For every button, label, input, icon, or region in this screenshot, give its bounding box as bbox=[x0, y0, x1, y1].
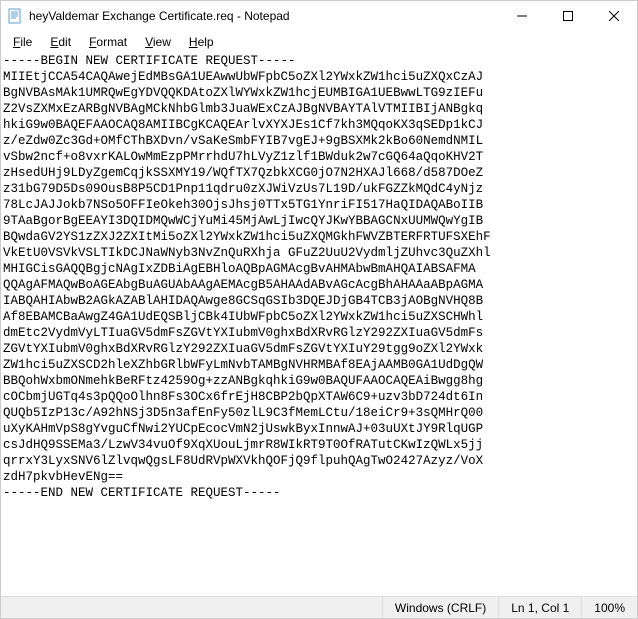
window-controls bbox=[499, 1, 637, 31]
menu-view[interactable]: View bbox=[137, 33, 179, 51]
maximize-button[interactable] bbox=[545, 1, 591, 31]
menubar: File Edit Format View Help bbox=[1, 31, 637, 53]
close-button[interactable] bbox=[591, 1, 637, 31]
status-zoom: 100% bbox=[581, 597, 637, 618]
menu-file[interactable]: File bbox=[5, 33, 40, 51]
statusbar: Windows (CRLF) Ln 1, Col 1 100% bbox=[1, 596, 637, 618]
notepad-icon bbox=[7, 8, 23, 24]
window-title: heyValdemar Exchange Certificate.req - N… bbox=[29, 9, 499, 23]
menu-edit[interactable]: Edit bbox=[42, 33, 79, 51]
text-editor[interactable]: -----BEGIN NEW CERTIFICATE REQUEST----- … bbox=[1, 53, 637, 596]
titlebar: heyValdemar Exchange Certificate.req - N… bbox=[1, 1, 637, 31]
menu-format[interactable]: Format bbox=[81, 33, 135, 51]
minimize-button[interactable] bbox=[499, 1, 545, 31]
status-line-ending: Windows (CRLF) bbox=[382, 597, 498, 618]
menu-help[interactable]: Help bbox=[181, 33, 222, 51]
status-position: Ln 1, Col 1 bbox=[498, 597, 581, 618]
